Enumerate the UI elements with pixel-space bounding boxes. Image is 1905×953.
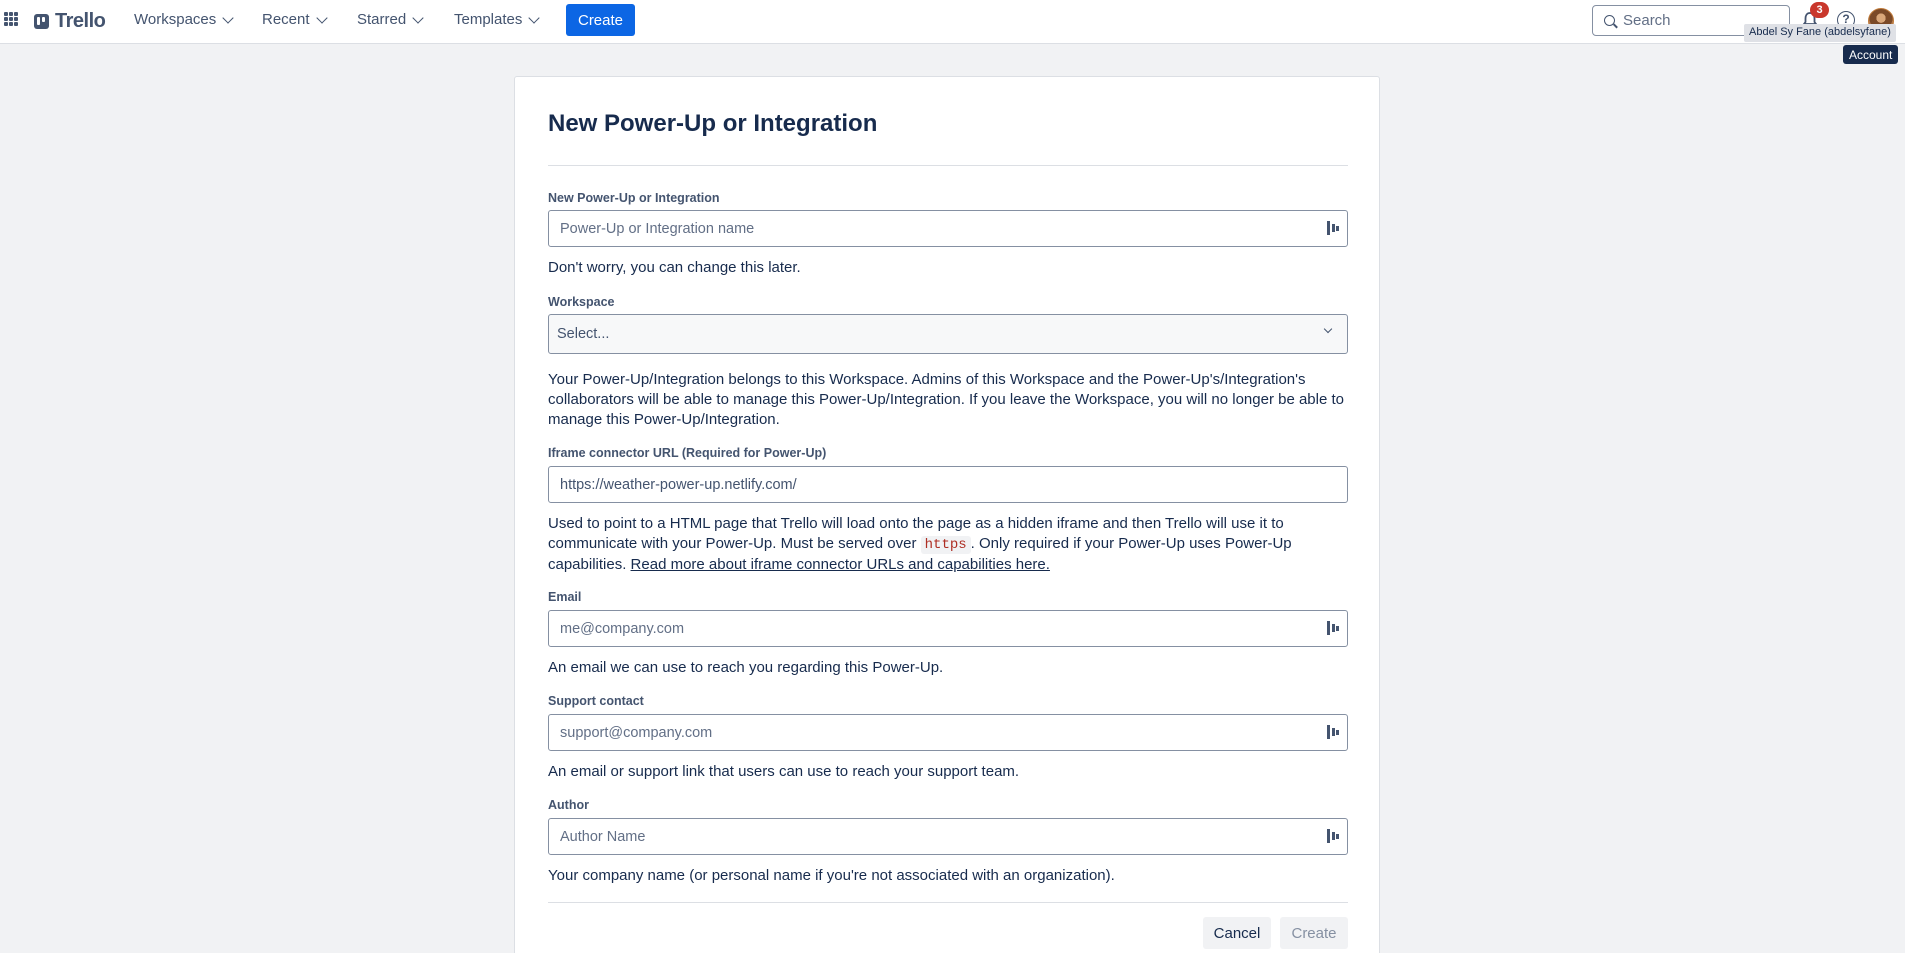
- iframe-url-label: Iframe connector URL (Required for Power…: [548, 446, 827, 460]
- support-contact-help: An email or support link that users can …: [548, 763, 1020, 780]
- nav-workspaces-label: Workspaces: [134, 11, 217, 28]
- iframe-url-field[interactable]: [548, 466, 1348, 503]
- name-field[interactable]: [548, 210, 1348, 247]
- nav-workspaces[interactable]: Workspaces: [134, 11, 234, 28]
- workspace-select[interactable]: Select...: [548, 314, 1348, 354]
- iframe-docs-link[interactable]: Read more about iframe connector URLs an…: [631, 556, 1050, 573]
- email-help: An email we can use to reach you regardi…: [548, 659, 944, 676]
- name-label: New Power-Up or Integration: [548, 191, 720, 205]
- workspace-help: Your Power-Up/Integration belongs to thi…: [548, 371, 1344, 428]
- page-title: New Power-Up or Integration: [548, 110, 878, 137]
- password-manager-icon[interactable]: [1327, 725, 1339, 739]
- workspace-label: Workspace: [548, 295, 615, 309]
- author-help: Your company name (or personal name if y…: [548, 867, 1115, 884]
- nav-starred-label: Starred: [357, 11, 407, 28]
- author-label: Author: [548, 798, 589, 812]
- chevron-down-icon: [412, 11, 424, 24]
- search-icon: [1604, 15, 1615, 26]
- email-label: Email: [548, 590, 582, 604]
- password-manager-icon[interactable]: [1327, 221, 1339, 235]
- support-contact-input[interactable]: [549, 715, 1347, 750]
- password-manager-icon[interactable]: [1327, 621, 1339, 635]
- chevron-down-icon: [222, 11, 234, 24]
- top-navigation-bar: Trello Workspaces Recent Starred Templat…: [0, 0, 1905, 44]
- https-code: https: [920, 536, 971, 554]
- author-field[interactable]: [548, 818, 1348, 855]
- email-input[interactable]: [549, 611, 1347, 646]
- header-create-button[interactable]: Create: [566, 4, 635, 36]
- new-power-up-card: New Power-Up or Integration New Power-Up…: [514, 76, 1380, 953]
- chevron-down-icon: [1323, 324, 1333, 334]
- account-tooltip: Account: [1843, 45, 1899, 64]
- notification-count-badge: 3: [1810, 2, 1829, 18]
- footer-divider: [548, 902, 1348, 903]
- nav-starred[interactable]: Starred: [357, 11, 424, 28]
- author-input[interactable]: [549, 819, 1347, 854]
- trello-logo[interactable]: Trello: [34, 10, 106, 33]
- iframe-url-input[interactable]: [549, 467, 1347, 502]
- workspace-select-value: Select...: [557, 326, 610, 342]
- name-input[interactable]: [549, 211, 1347, 246]
- support-contact-field[interactable]: [548, 714, 1348, 751]
- app-switcher-icon[interactable]: [4, 12, 18, 26]
- nav-recent[interactable]: Recent: [262, 11, 328, 28]
- brand-name: Trello: [55, 10, 106, 32]
- title-divider: [548, 165, 1348, 166]
- search-placeholder: Search: [1623, 12, 1671, 29]
- support-contact-label: Support contact: [548, 694, 644, 708]
- user-tooltip: Abdel Sy Fane (abdelsyfane): [1744, 24, 1896, 42]
- nav-recent-label: Recent: [262, 11, 310, 28]
- name-help: Don't worry, you can change this later.: [548, 259, 801, 276]
- create-button[interactable]: Create: [1280, 917, 1348, 949]
- nav-templates-label: Templates: [454, 11, 523, 28]
- chevron-down-icon: [528, 11, 541, 24]
- cancel-button[interactable]: Cancel: [1203, 917, 1271, 949]
- password-manager-icon[interactable]: [1327, 829, 1339, 843]
- email-field[interactable]: [548, 610, 1348, 647]
- chevron-down-icon: [315, 11, 328, 24]
- nav-templates[interactable]: Templates: [454, 11, 541, 28]
- trello-logo-icon: [34, 14, 49, 29]
- iframe-url-help: Used to point to a HTML page that Trello…: [548, 514, 1348, 575]
